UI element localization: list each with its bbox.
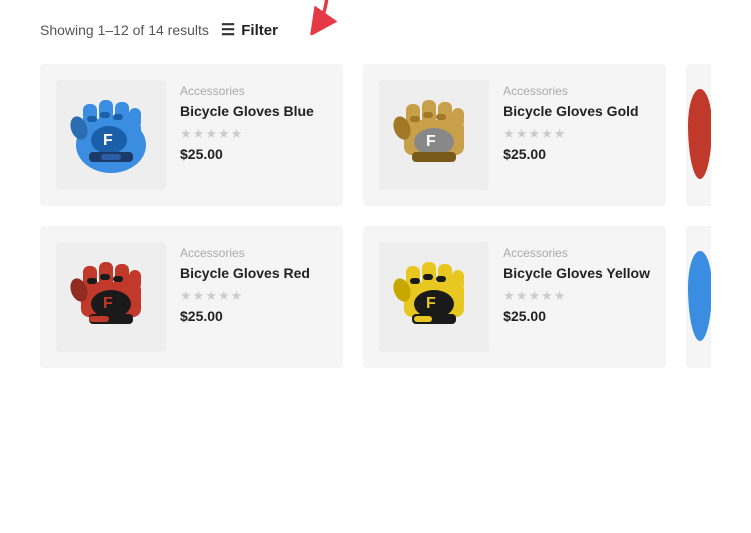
star-5: ★ [231, 126, 243, 142]
star-1: ★ [503, 126, 515, 142]
product-row-1: F Accessories Bicycle Gloves Blue ★ ★ ★ … [40, 64, 711, 206]
star-4: ★ [541, 288, 553, 304]
svg-text:F: F [103, 295, 113, 312]
svg-text:F: F [426, 295, 436, 312]
product-price-blue: $25.00 [180, 146, 327, 162]
product-image-yellow: F [379, 242, 489, 352]
star-3: ★ [205, 288, 217, 304]
product-name-gold: Bicycle Gloves Gold [503, 102, 650, 120]
results-count: Showing 1–12 of 14 results [40, 22, 209, 38]
product-info-gold: Accessories Bicycle Gloves Gold ★ ★ ★ ★ … [503, 80, 650, 162]
product-image-red: F [56, 242, 166, 352]
partial-card-row1 [686, 64, 711, 206]
page-wrapper: Showing 1–12 of 14 results ☰ Filter [0, 0, 751, 408]
star-4: ★ [218, 288, 230, 304]
top-bar: Showing 1–12 of 14 results ☰ Filter [40, 20, 711, 40]
product-card-blue[interactable]: F Accessories Bicycle Gloves Blue ★ ★ ★ … [40, 64, 343, 206]
star-4: ★ [218, 126, 230, 142]
star-5: ★ [231, 288, 243, 304]
product-price-red: $25.00 [180, 308, 327, 324]
svg-text:F: F [103, 132, 113, 149]
product-info-yellow: Accessories Bicycle Gloves Yellow ★ ★ ★ … [503, 242, 650, 324]
star-5: ★ [554, 126, 566, 142]
product-row-2: F Accessories Bicycle Gloves Red ★ ★ ★ ★… [40, 226, 711, 368]
svg-text:F: F [426, 133, 436, 150]
product-info-red: Accessories Bicycle Gloves Red ★ ★ ★ ★ ★… [180, 242, 327, 324]
product-price-yellow: $25.00 [503, 308, 650, 324]
product-stars: ★ ★ ★ ★ ★ [180, 126, 327, 142]
product-name-yellow: Bicycle Gloves Yellow [503, 264, 650, 282]
product-image-gold: F [379, 80, 489, 190]
product-category: Accessories [503, 246, 650, 260]
product-name-blue: Bicycle Gloves Blue [180, 102, 327, 120]
star-3: ★ [528, 288, 540, 304]
product-category: Accessories [180, 84, 327, 98]
product-stars: ★ ★ ★ ★ ★ [180, 288, 327, 304]
filter-button[interactable]: ☰ Filter [221, 20, 278, 40]
star-2: ★ [193, 126, 205, 142]
product-category: Accessories [503, 84, 650, 98]
star-3: ★ [528, 126, 540, 142]
product-stars: ★ ★ ★ ★ ★ [503, 126, 650, 142]
star-2: ★ [516, 126, 528, 142]
partial-card-row2 [686, 226, 711, 368]
star-3: ★ [205, 126, 217, 142]
product-image-blue: F [56, 80, 166, 190]
star-4: ★ [541, 126, 553, 142]
filter-label: Filter [241, 22, 278, 39]
arrow-annotation [270, 0, 350, 40]
star-2: ★ [193, 288, 205, 304]
star-1: ★ [180, 126, 192, 142]
star-5: ★ [554, 288, 566, 304]
product-name-red: Bicycle Gloves Red [180, 264, 327, 282]
product-stars: ★ ★ ★ ★ ★ [503, 288, 650, 304]
product-category: Accessories [180, 246, 327, 260]
filter-lines-icon: ☰ [221, 20, 235, 40]
star-1: ★ [180, 288, 192, 304]
product-card-gold[interactable]: F Accessories Bicycle Gloves Gold ★ ★ ★ … [363, 64, 666, 206]
product-price-gold: $25.00 [503, 146, 650, 162]
product-card-red[interactable]: F Accessories Bicycle Gloves Red ★ ★ ★ ★… [40, 226, 343, 368]
product-card-yellow[interactable]: F Accessories Bicycle Gloves Yellow ★ ★ … [363, 226, 666, 368]
star-2: ★ [516, 288, 528, 304]
star-1: ★ [503, 288, 515, 304]
product-info-blue: Accessories Bicycle Gloves Blue ★ ★ ★ ★ … [180, 80, 327, 162]
